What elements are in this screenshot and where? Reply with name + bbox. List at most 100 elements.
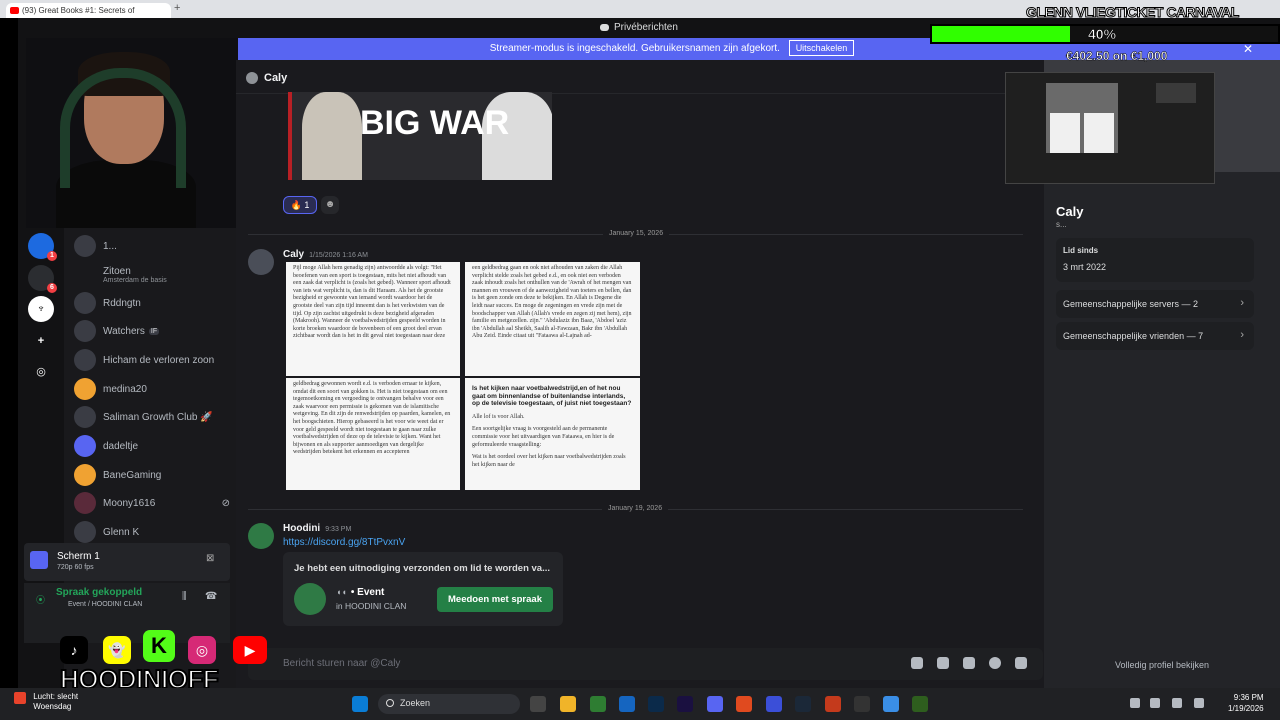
screen-share-thumbnail[interactable] — [1005, 72, 1215, 184]
youtube-icon: ▶ — [233, 636, 267, 664]
dm-item[interactable]: Saliman Growth Club 🚀 — [74, 404, 230, 430]
view-full-profile-link[interactable]: Volledig profiel bekijken — [1044, 660, 1280, 670]
event-label: • Event — [350, 587, 385, 598]
attachment-text: geldbedrag gewonnen wordt e.d. is verbod… — [293, 381, 451, 456]
mutual-friends-row[interactable]: Gemeenschappelijke vrienden — 7 › — [1056, 322, 1254, 350]
dm-item[interactable]: 1... — [74, 233, 230, 259]
browser-tab[interactable]: (93) Great Books #1: Secrets of — [6, 3, 171, 18]
fire-icon: 🔥 — [290, 200, 302, 210]
invite-link[interactable]: https://discord.gg/8TtPvxnV — [283, 537, 405, 548]
premiere-icon[interactable] — [677, 696, 693, 712]
brave-icon[interactable] — [736, 696, 752, 712]
author-name: Hoodini — [283, 523, 321, 534]
excel-icon[interactable] — [590, 696, 606, 712]
app-icon[interactable] — [766, 696, 782, 712]
goal-percent: 40% — [1088, 26, 1117, 43]
avatar[interactable] — [248, 523, 274, 549]
weather-day: Woensdag — [33, 702, 72, 711]
dm-item[interactable]: medina20 — [74, 376, 230, 402]
dm-item[interactable]: Watchers IF — [74, 318, 230, 344]
file-explorer-icon[interactable] — [560, 696, 576, 712]
notification-badge: 1 — [47, 251, 57, 261]
discord-taskbar-icon[interactable] — [707, 696, 723, 712]
chat-header — [236, 60, 1044, 94]
server-icon[interactable]: 6 — [28, 265, 57, 293]
app-icon[interactable] — [883, 696, 899, 712]
notification-badge: 6 — [47, 283, 57, 293]
gif-icon[interactable] — [937, 657, 949, 669]
obs-icon[interactable] — [854, 696, 870, 712]
close-banner-icon[interactable]: ✕ — [1243, 42, 1253, 56]
weather-widget[interactable]: Lucht: slecht Woensdag — [14, 692, 78, 712]
clock-time: 9:36 PM — [1233, 693, 1264, 702]
chevron-right-icon: › — [1240, 297, 1244, 309]
dm-item[interactable]: BaneGaming — [74, 462, 230, 488]
task-view-icon[interactable] — [530, 696, 546, 712]
voice-status: Spraak gekoppeld — [56, 587, 143, 598]
snapchat-icon: 👻 — [103, 636, 131, 664]
network-icon[interactable] — [1150, 698, 1160, 708]
dm-name: Moony1616 — [103, 497, 156, 509]
profile-name: Caly — [1056, 204, 1084, 219]
windows-start-icon[interactable] — [352, 696, 368, 712]
emoji-icon[interactable] — [989, 657, 1001, 669]
disconnect-icon[interactable]: ☎ — [205, 591, 217, 602]
dm-item[interactable]: Glenn K — [74, 519, 230, 545]
dm-item[interactable]: dadeltje — [74, 433, 230, 459]
avatar — [74, 464, 96, 486]
message-input[interactable]: Bericht sturen naar @Caly — [283, 658, 400, 669]
message-timestamp: 9:33 PM — [325, 526, 352, 533]
disable-streamer-mode-button[interactable]: Uitschakelen — [788, 40, 855, 56]
add-server-icon[interactable]: + — [28, 328, 54, 354]
image-attachment[interactable]: een geldbedrag gaan en ook niet afhouden… — [465, 262, 640, 376]
window-title: Privéberichten — [600, 22, 678, 33]
attachment-text: Een soortgelijke vraag is voorgesteld aa… — [472, 426, 615, 448]
message-author[interactable]: Caly 1/15/2026 1:16 AM — [283, 249, 368, 260]
gift-icon[interactable] — [911, 657, 923, 669]
apps-icon[interactable] — [1015, 657, 1027, 669]
invite-server-name: in HOODINI CLAN — [336, 601, 407, 611]
server-icon[interactable]: ♆ — [28, 296, 54, 322]
photoshop-icon[interactable] — [648, 696, 664, 712]
author-name: Caly — [283, 249, 305, 260]
taskbar-clock[interactable]: 9:36 PM 1/19/2026 — [1228, 692, 1264, 714]
app-icon[interactable] — [912, 696, 928, 712]
image-attachment[interactable]: geldbedrag gewonnen wordt e.d. is verbod… — [286, 378, 460, 490]
attachment-text: een geldbedrag gaan en ook niet afhouden… — [472, 265, 632, 340]
video-embed-thumbnail[interactable]: BIG WAR — [288, 92, 552, 180]
dm-item[interactable]: Zitoen Amsterdam de basis — [74, 262, 230, 288]
wifi-icon[interactable] — [1172, 698, 1182, 708]
steam-icon[interactable] — [795, 696, 811, 712]
outlook-icon[interactable] — [619, 696, 635, 712]
stop-share-icon[interactable]: ⊠ — [206, 553, 214, 564]
dm-item[interactable]: Rddngtn — [74, 290, 230, 316]
sticker-icon[interactable] — [963, 657, 975, 669]
webcam-overlay — [26, 38, 238, 228]
avatar — [74, 264, 96, 286]
new-tab-button[interactable]: + — [174, 2, 180, 14]
app-icon[interactable] — [825, 696, 841, 712]
screen-share-panel: Scherm 1 720p 60 fps ⊠ — [24, 543, 230, 581]
avatar[interactable] — [248, 249, 274, 275]
join-voice-button[interactable]: Meedoen met spraak — [437, 587, 553, 612]
dm-name: 1... — [103, 240, 117, 252]
discover-icon[interactable]: ◎ — [28, 358, 54, 384]
image-attachment[interactable]: Is het kijken naar voetbalwedstrijd,en o… — [465, 378, 640, 490]
noise-suppression-icon[interactable]: ⫼ — [182, 591, 187, 602]
weather-icon — [14, 692, 26, 704]
dm-item[interactable]: Moony1616 ⊘ — [74, 490, 230, 516]
add-reaction-icon[interactable]: ☻ — [321, 196, 339, 214]
image-attachment[interactable]: Pijl moge Allah hem genadig zijn) antwoo… — [286, 262, 460, 376]
tray-chevron-icon[interactable] — [1130, 698, 1140, 708]
attachment-text: Wat is het oordeel over het kijken naar … — [472, 454, 626, 468]
volume-icon[interactable] — [1194, 698, 1204, 708]
taskbar-search[interactable]: Zoeken — [378, 694, 520, 714]
thumbnail-region — [1156, 83, 1196, 103]
mutual-servers-row[interactable]: Gemeenschappelijke servers — 2 › — [1056, 290, 1254, 318]
reaction-pill[interactable]: 🔥 1 — [283, 196, 317, 214]
server-icon[interactable]: 1 — [28, 233, 57, 261]
message-author[interactable]: Hoodini 9:33 PM — [283, 523, 351, 534]
member-since-label: Lid sinds — [1063, 246, 1099, 255]
dm-item[interactable]: Hicham de verloren zoon — [74, 347, 230, 373]
user-avatar-icon — [246, 72, 258, 84]
